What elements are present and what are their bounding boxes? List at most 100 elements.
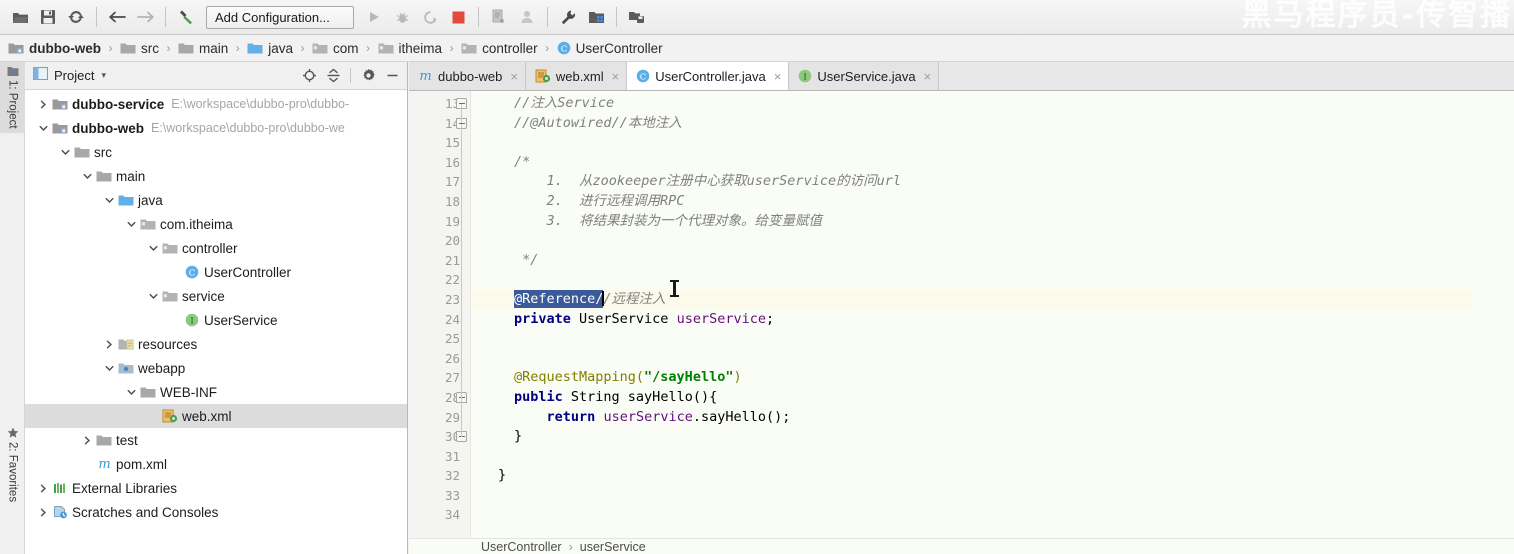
tree-node-test[interactable]: test: [25, 428, 407, 452]
code-line[interactable]: 1. 从zookeeper注册中心获取userService的访问url: [471, 172, 1514, 192]
tree-node-web-inf[interactable]: WEB-INF: [25, 380, 407, 404]
chevron-down-icon[interactable]: [145, 284, 161, 308]
code-line[interactable]: }: [471, 427, 1514, 447]
code-line[interactable]: [471, 349, 1514, 369]
editor-tab-usercontroller-java[interactable]: C UserController.java ×: [627, 62, 790, 90]
run-coverage-icon[interactable]: [416, 4, 444, 30]
code-line[interactable]: [471, 270, 1514, 290]
code-line[interactable]: [471, 231, 1514, 251]
chevron-down-icon[interactable]: [57, 140, 73, 164]
project-structure-icon[interactable]: [582, 4, 610, 30]
editor-tab-web-xml[interactable]: web.xml ×: [525, 62, 628, 90]
open-folder-icon[interactable]: [6, 4, 34, 30]
sync-refresh-icon[interactable]: [62, 4, 90, 30]
code-line[interactable]: [471, 133, 1514, 153]
save-all-icon[interactable]: [34, 4, 62, 30]
code-line[interactable]: [471, 505, 1514, 525]
code-editor[interactable]: 13 14 15 16 17 18 19 20 21 22 23 24 25 26 27 28 29 30 31 32…: [409, 91, 1514, 554]
breadcrumb-item-usercontroller[interactable]: C UserController: [553, 35, 667, 62]
breadcrumb-item-itheima[interactable]: itheima: [374, 35, 447, 62]
update-project-icon[interactable]: [485, 4, 513, 30]
locate-target-icon[interactable]: [298, 65, 320, 87]
run-configuration-selector[interactable]: Add Configuration...: [206, 5, 354, 29]
stop-icon[interactable]: [444, 4, 472, 30]
code-line[interactable]: /*: [471, 153, 1514, 173]
chevron-down-icon[interactable]: [79, 164, 95, 188]
code-line[interactable]: //@Autowired//本地注入: [471, 114, 1514, 134]
sidebar-item-favorites[interactable]: 2: Favorites: [0, 423, 25, 506]
sidebar-item-project[interactable]: 1: Project: [0, 62, 25, 133]
chevron-right-icon[interactable]: [35, 92, 51, 116]
settings-wrench-icon[interactable]: [554, 4, 582, 30]
debug-icon[interactable]: [388, 4, 416, 30]
tree-node-java[interactable]: java: [25, 188, 407, 212]
tree-node-webapp[interactable]: webapp: [25, 356, 407, 380]
project-tree[interactable]: dubbo-service E:\workspace\dubbo-pro\dubb…: [25, 90, 407, 554]
tree-node-external-libraries[interactable]: External Libraries: [25, 476, 407, 500]
chevron-right-icon[interactable]: [101, 332, 117, 356]
code-line[interactable]: //注入Service: [471, 94, 1514, 114]
bottom-breadcrumb-item[interactable]: UserController: [481, 540, 562, 554]
tree-node-resources[interactable]: resources: [25, 332, 407, 356]
code-fold-column[interactable]: [454, 94, 470, 554]
back-arrow-icon[interactable]: [103, 4, 131, 30]
tree-node-web-xml[interactable]: web.xml: [25, 404, 407, 428]
hide-panel-icon[interactable]: [381, 65, 403, 87]
tree-node-pom-xml[interactable]: m pom.xml: [25, 452, 407, 476]
chevron-right-icon[interactable]: [35, 476, 51, 500]
close-icon[interactable]: ×: [774, 69, 782, 84]
chevron-down-icon[interactable]: [123, 380, 139, 404]
breadcrumb-item-controller[interactable]: controller: [457, 35, 542, 62]
code-line[interactable]: private UserService userService;: [471, 310, 1514, 330]
close-icon[interactable]: ×: [510, 69, 518, 84]
code-line[interactable]: */: [471, 251, 1514, 271]
bottom-breadcrumb-item[interactable]: userService: [580, 540, 646, 554]
forward-arrow-icon[interactable]: [131, 4, 159, 30]
code-line[interactable]: @RequestMapping("/sayHello"): [471, 368, 1514, 388]
tree-node-dubbo-service[interactable]: dubbo-service E:\workspace\dubbo-pro\dubb…: [25, 92, 407, 116]
chevron-down-icon[interactable]: [123, 212, 139, 236]
chevron-right-icon[interactable]: [79, 428, 95, 452]
code-line-current[interactable]: @Reference//远程注入: [471, 289, 1471, 310]
code-line[interactable]: 3. 将结果封装为一个代理对象。给变量赋值: [471, 212, 1514, 232]
tree-node-src[interactable]: src: [25, 140, 407, 164]
sdk-manager-icon[interactable]: [623, 4, 651, 30]
breadcrumb-item-com[interactable]: com: [308, 35, 363, 62]
tree-node-com-itheima[interactable]: com.itheima: [25, 212, 407, 236]
code-line[interactable]: public String sayHello(){: [471, 388, 1514, 408]
tree-node-userservice[interactable]: I UserService: [25, 308, 407, 332]
chevron-right-icon[interactable]: [35, 500, 51, 524]
commit-icon[interactable]: [513, 4, 541, 30]
settings-gear-icon[interactable]: [357, 65, 379, 87]
editor-gutter[interactable]: 13 14 15 16 17 18 19 20 21 22 23 24 25 26 27 28 29 30 31 32…: [409, 91, 471, 554]
chevron-down-icon[interactable]: [101, 356, 117, 380]
breadcrumb-item-src[interactable]: src: [116, 35, 163, 62]
code-line[interactable]: 2. 进行远程调用RPC: [471, 192, 1514, 212]
editor-code-text[interactable]: //注入Service //@Autowired//本地注入 /* 1. 从zook…: [471, 91, 1514, 554]
tree-node-controller[interactable]: controller: [25, 236, 407, 260]
code-line[interactable]: [471, 486, 1514, 506]
breadcrumb-item-java[interactable]: java: [243, 35, 297, 62]
code-line[interactable]: [471, 447, 1514, 467]
collapse-all-icon[interactable]: [322, 65, 344, 87]
code-line[interactable]: [471, 329, 1514, 349]
editor-tab-userservice-java[interactable]: I UserService.java ×: [789, 62, 940, 90]
chevron-down-icon[interactable]: [35, 116, 51, 140]
tree-node-usercontroller[interactable]: C UserController: [25, 260, 407, 284]
chevron-down-icon[interactable]: ▾: [101, 70, 106, 81]
tree-node-dubbo-web[interactable]: dubbo-web E:\workspace\dubbo-pro\dubbo-we: [25, 116, 407, 140]
code-line[interactable]: }: [471, 466, 1514, 486]
code-line[interactable]: return userService.sayHello();: [471, 408, 1514, 428]
breadcrumb-item-main[interactable]: main: [174, 35, 232, 62]
run-icon[interactable]: [360, 4, 388, 30]
tree-node-scratches-and-consoles[interactable]: Scratches and Consoles: [25, 500, 407, 524]
close-icon[interactable]: ×: [924, 69, 932, 84]
tree-node-service[interactable]: service: [25, 284, 407, 308]
chevron-down-icon[interactable]: [145, 236, 161, 260]
breadcrumb-item-dubbo-web[interactable]: dubbo-web: [4, 35, 105, 62]
editor-tab-dubbo-web[interactable]: m dubbo-web ×: [409, 62, 526, 90]
close-icon[interactable]: ×: [612, 69, 620, 84]
chevron-down-icon[interactable]: [101, 188, 117, 212]
tree-node-main[interactable]: main: [25, 164, 407, 188]
build-hammer-icon[interactable]: [172, 4, 200, 30]
